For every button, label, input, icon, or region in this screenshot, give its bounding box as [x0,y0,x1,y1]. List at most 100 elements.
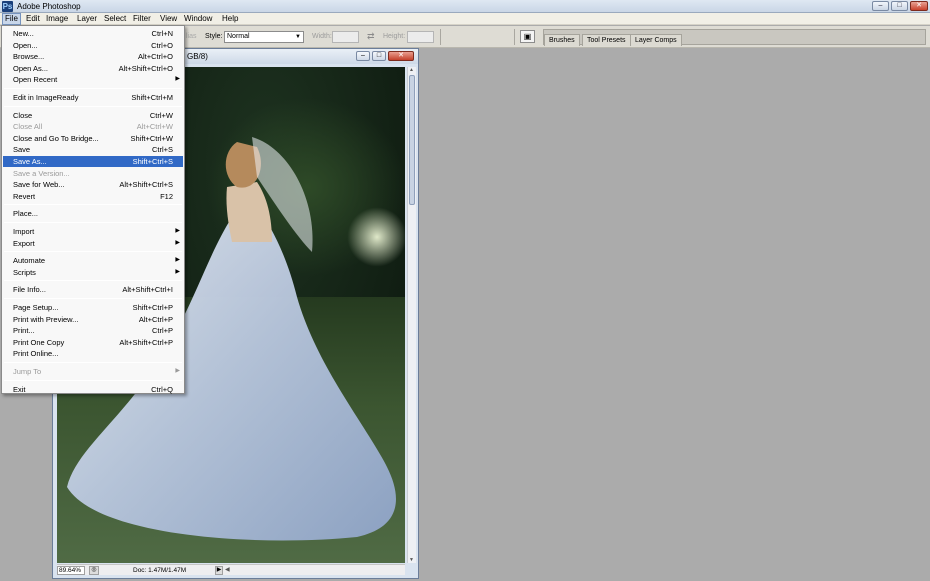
menu-help[interactable]: Help [220,13,240,25]
anti-alias-label: lias [186,33,197,40]
file-menu-item-save-for-web[interactable]: Save for Web... Alt+Shift+Ctrl+S [3,179,183,190]
file-menu-item-print-online[interactable]: Print Online... [3,348,183,359]
menu-layer[interactable]: Layer [75,13,99,25]
menu-item-label: Print Online... [13,349,59,359]
width-input[interactable] [332,31,359,43]
menu-item-shortcut: Alt+Shift+Ctrl+I [122,285,173,295]
chevron-down-icon: ▼ [295,34,301,40]
palette-toggle-icon[interactable]: ▣ [520,30,535,43]
vertical-scrollbar[interactable]: ▲ ▼ [407,67,416,563]
document-title: GB/8) [187,52,208,61]
file-menu-item-import[interactable]: Import ▶ [3,226,183,237]
file-menu-item-close-and-go-to-bridge[interactable]: Close and Go To Bridge... Shift+Ctrl+W [3,133,183,144]
menu-item-label: New... [13,29,34,38]
file-menu-item-close-all: Close All Alt+Ctrl+W [3,121,183,132]
menu-item-shortcut: Shift+Ctrl+M [131,93,173,102]
menu-item-shortcut: Shift+Ctrl+W [130,133,173,143]
zoom-level-field[interactable]: 89.64% [57,566,85,575]
menu-separator [4,204,182,206]
width-label: Width: [312,33,332,40]
menu-view[interactable]: View [158,13,179,25]
menu-separator [4,251,182,253]
menu-filter[interactable]: Filter [131,13,153,25]
menu-separator [4,280,182,282]
menu-item-label: Page Setup... [13,303,59,312]
palette-well: Brushes Tool Presets Layer Comps [543,29,926,46]
tab-layer-comps[interactable]: Layer Comps [630,34,682,46]
file-menu-item-save[interactable]: Save Ctrl+S [3,144,183,155]
status-menu-arrow-icon[interactable]: ▶ [215,566,223,575]
menu-item-label: Save for Web... [13,180,65,190]
close-button[interactable]: ✕ [910,1,928,11]
menu-item-label: Automate [13,256,46,266]
menu-item-shortcut: Alt+Shift+Ctrl+O [118,63,173,73]
app-title: Adobe Photoshop [17,2,81,11]
style-select-value: Normal [227,33,250,40]
menu-item-label: Print One Copy [13,337,65,347]
menu-item-label: Edit in ImageReady [13,93,79,102]
menu-item-shortcut: Alt+Ctrl+W [136,122,173,132]
menu-item-label: Scripts [13,267,36,277]
menu-item-label: Open Recent [13,75,58,85]
file-menu-item-close[interactable]: Close Ctrl+W [3,110,183,121]
file-menu-item-open[interactable]: Open... Ctrl+O [3,40,183,51]
file-menu-item-print-one-copy[interactable]: Print One Copy Alt+Shift+Ctrl+P [3,337,183,348]
menu-item-label: Place... [13,209,39,219]
menu-bar: File Edit Image Layer Select Filter View… [0,13,930,25]
menu-separator [4,362,182,363]
options-divider [440,29,441,45]
file-menu-item-page-setup[interactable]: Page Setup... Shift+Ctrl+P [3,302,183,313]
maximize-button[interactable]: □ [891,1,908,11]
swap-icon[interactable]: ⇄ [367,31,375,42]
file-menu-item-new[interactable]: New... Ctrl+N [3,28,183,39]
file-menu-item-exit[interactable]: Exit Ctrl+Q [3,384,183,395]
file-menu-item-print-with-preview[interactable]: Print with Preview... Alt+Ctrl+P [3,314,183,325]
file-menu-item-edit-in-imageready[interactable]: Edit in ImageReady Shift+Ctrl+M [3,92,183,103]
doc-close-button[interactable]: ✕ [388,51,414,61]
tab-brushes[interactable]: Brushes [544,34,580,46]
scroll-up-icon[interactable]: ▲ [409,67,414,73]
submenu-arrow-icon: ▶ [175,368,180,374]
menu-separator [4,88,182,89]
minimize-button[interactable]: – [872,1,889,11]
tab-tool-presets[interactable]: Tool Presets [582,34,631,46]
file-menu-item-revert[interactable]: Revert F12 [3,191,183,202]
menu-item-shortcut: Shift+Ctrl+P [132,303,173,312]
menu-window[interactable]: Window [182,13,214,25]
file-menu-item-scripts[interactable]: Scripts ▶ [3,267,183,278]
scrollbar-thumb[interactable] [409,75,415,205]
menu-item-shortcut: Ctrl+S [151,145,173,155]
menu-edit[interactable]: Edit [24,13,42,25]
submenu-arrow-icon: ▶ [175,257,180,264]
menu-item-label: Close [13,110,33,120]
menu-separator [4,105,182,107]
file-menu-item-place[interactable]: Place... [3,208,183,219]
menu-item-label: File Info... [13,285,46,295]
menu-item-shortcut: F12 [160,191,173,201]
zoom-preview-icon[interactable]: ◎ [89,566,99,575]
menu-item-label: Revert [13,191,36,201]
menu-image[interactable]: Image [44,13,70,25]
height-input[interactable] [407,31,434,43]
photoshop-logo-icon: Ps [2,1,13,12]
file-menu-item-file-info[interactable]: File Info... Alt+Shift+Ctrl+I [3,284,183,295]
menu-file[interactable]: File [2,13,21,25]
doc-minimize-button[interactable]: – [356,51,370,61]
menu-item-label: Save a Version... [13,168,70,178]
file-menu-item-automate[interactable]: Automate ▶ [3,255,183,266]
file-menu-item-open-as[interactable]: Open As... Alt+Shift+Ctrl+O [3,63,183,74]
file-menu-item-open-recent[interactable]: Open Recent ▶ [3,74,183,85]
file-menu-item-export[interactable]: Export ▶ [3,238,183,249]
file-menu-item-print[interactable]: Print... Ctrl+P [3,325,183,336]
menu-item-shortcut: Ctrl+N [151,29,173,38]
file-menu-item-browse[interactable]: Browse... Alt+Ctrl+O [3,51,183,62]
style-select[interactable]: Normal ▼ [224,31,304,43]
scroll-down-icon[interactable]: ▼ [409,557,414,563]
file-menu-item-save-as[interactable]: Save As... Shift+Ctrl+S [3,156,183,167]
menu-select[interactable]: Select [102,13,128,25]
menu-item-shortcut: Ctrl+Q [151,384,173,394]
file-menu-item-jump-to: Jump To ▶ [3,366,183,377]
scroll-left-icon[interactable]: ◀ [225,566,230,573]
menu-separator [4,222,182,223]
doc-maximize-button[interactable]: □ [372,51,386,61]
